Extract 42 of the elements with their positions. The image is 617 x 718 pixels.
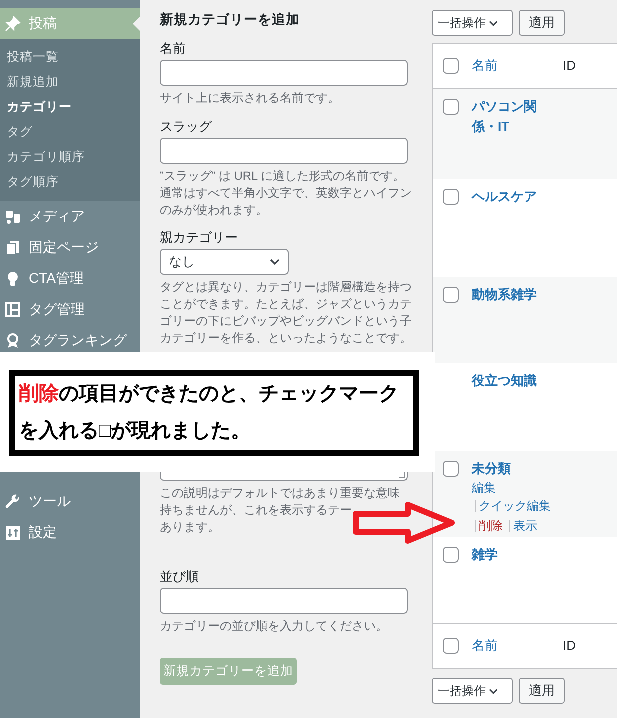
column-header-link[interactable]: 名前 xyxy=(472,56,563,76)
menu-item[interactable]: メディア xyxy=(0,201,140,232)
submenu-item[interactable]: 投稿一覧 xyxy=(0,45,140,70)
column-header: ID xyxy=(563,57,576,76)
field-label: 並び順 xyxy=(160,568,200,586)
bulk-action-select[interactable]: 一括操作 xyxy=(432,678,513,704)
help-text: サイト上に表示される名前です。 xyxy=(160,90,340,107)
submenu-item[interactable]: カテゴリ順序 xyxy=(0,145,140,170)
category-name-link[interactable]: 未分類 xyxy=(472,459,560,479)
row-action-link[interactable]: 表示 xyxy=(513,517,538,535)
submenu-item[interactable]: 新規追加 xyxy=(0,70,140,95)
row-action-link[interactable]: クイック編集 xyxy=(479,497,551,515)
field-label: 親カテゴリー xyxy=(160,229,239,247)
menu-item[interactable]: 固定ページ xyxy=(0,232,140,263)
submenu-item[interactable]: タグ順序 xyxy=(0,170,140,195)
field-label: スラッグ xyxy=(160,118,214,136)
bulk-action-select[interactable]: 一括操作 xyxy=(432,10,513,36)
help-text: カテゴリーの並び順を入力してください。 xyxy=(160,618,388,635)
category-name-link[interactable]: 動物系雑学 xyxy=(472,285,560,305)
column-header-link[interactable]: 名前 xyxy=(472,636,563,656)
menu-item[interactable]: タグランキング xyxy=(0,325,140,356)
menu-item[interactable]: タグ管理 xyxy=(0,294,140,325)
delete-link[interactable]: 削除 xyxy=(479,517,503,535)
category-name-link[interactable]: ヘルスケア xyxy=(472,187,560,207)
help-text: ”スラッグ” は URL に適した形式の名前です。 通常はすべて半角小文字で、英数字とハイフン のみが使われます。 xyxy=(160,168,412,219)
menu-item[interactable]: 設定 xyxy=(0,517,140,548)
help-text: この説明はデフォルトではあまり重要な意味 持ちませんが、これを表示するテー あります。 xyxy=(160,485,400,536)
category-name-link[interactable]: 雑学 xyxy=(472,545,560,565)
apply-button[interactable]: 適用 xyxy=(519,10,565,36)
annotation-text: 削除の項目ができたのと、チェックマークを入れる□が現れました。 xyxy=(19,382,400,444)
submenu-item[interactable]: タグ xyxy=(0,120,140,145)
menu-item[interactable]: CTA管理 xyxy=(0,263,140,294)
form-title: 新規カテゴリーを追加 xyxy=(160,11,301,29)
field-label: 名前 xyxy=(160,40,187,58)
parent-select[interactable]: なし xyxy=(160,249,289,275)
row-action-link[interactable]: 編集 xyxy=(472,479,496,497)
category-name-link[interactable]: 役立つ知識 xyxy=(472,371,560,391)
apply-button[interactable]: 適用 xyxy=(519,678,565,704)
submenu-item[interactable]: カテゴリー xyxy=(0,95,140,120)
menu-item[interactable]: ツール xyxy=(0,486,140,517)
help-text: タグとは異なり、カテゴリーは階層構造を持つ ことができます。たとえば、ジャズというカテ ゴリーの下にビバップやビッグバンドという子 カテゴリーを作る、といったようなことです。 xyxy=(160,279,412,347)
column-header: ID xyxy=(563,637,576,656)
